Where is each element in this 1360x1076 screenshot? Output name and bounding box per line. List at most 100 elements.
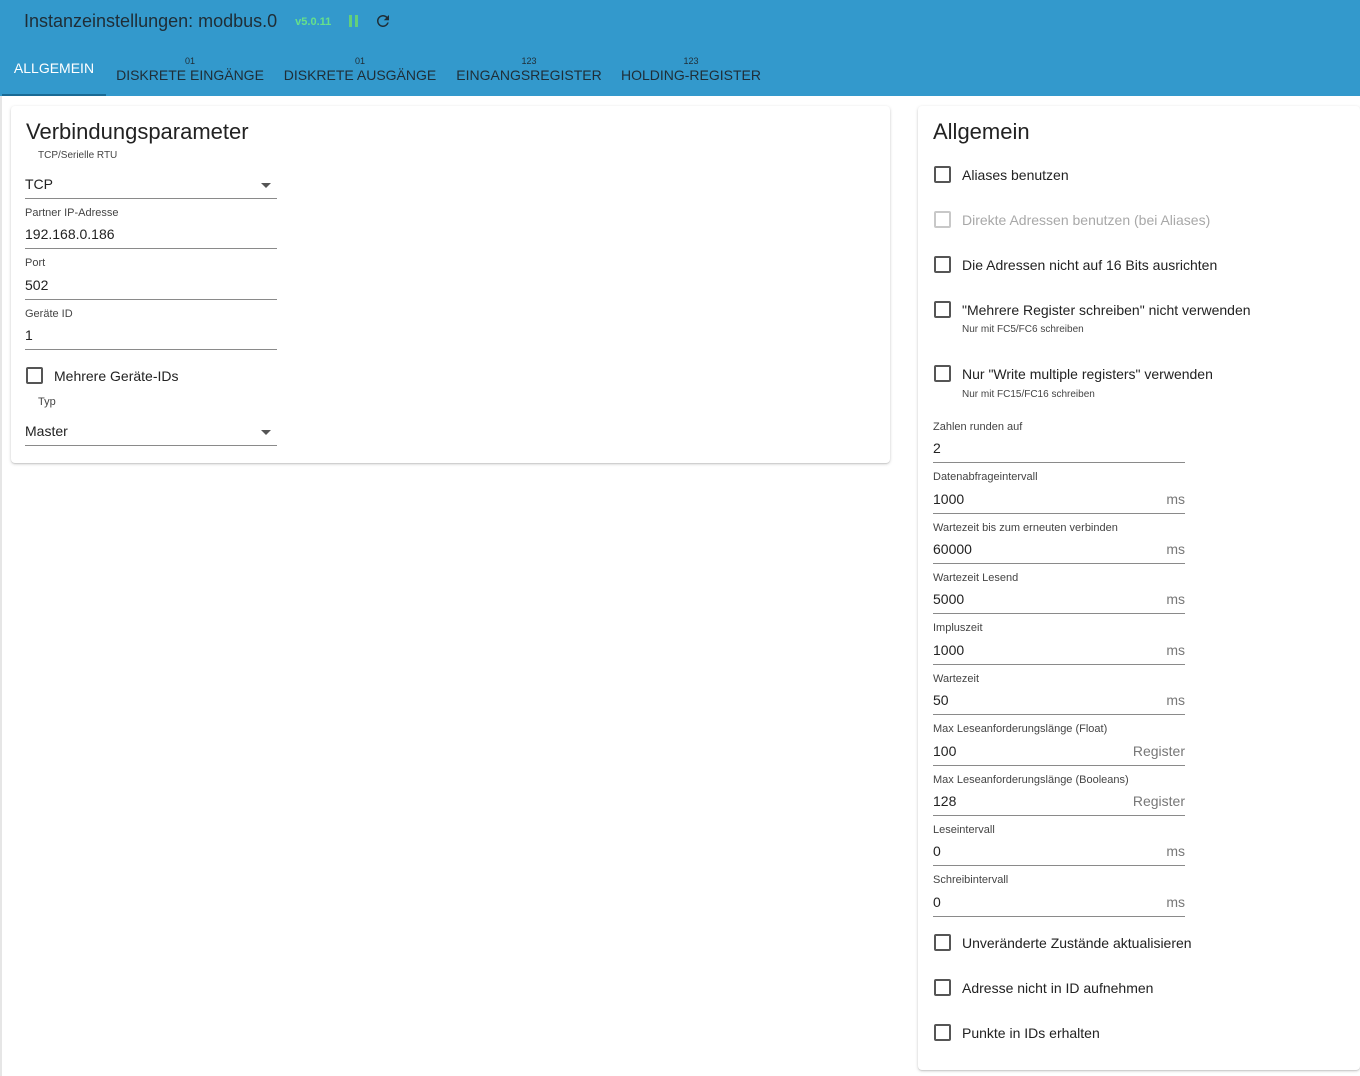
tab-label: DISKRETE AUSGÄNGE — [283, 67, 437, 83]
read-interval-input[interactable]: 0 ms — [933, 840, 1185, 866]
multi-ids-label: Mehrere Geräte-IDs — [54, 367, 179, 384]
keep-dots-label: Punkte in IDs erhalten — [962, 1024, 1100, 1041]
title-row: Instanzeinstellungen: modbus.0 v5.0.11 — [24, 8, 392, 34]
checkbox-icon[interactable] — [934, 166, 951, 183]
general-title: Allgemein — [933, 119, 1030, 144]
aliases-label: Aliases benutzen — [962, 166, 1069, 183]
wait-input[interactable]: 50 ms — [933, 689, 1185, 715]
pulse-input[interactable]: 1000 ms — [933, 639, 1185, 665]
reconnect-label: Wartezeit bis zum erneuten verbinden — [933, 522, 1118, 534]
update-unchanged-label: Unveränderte Zustände aktualisieren — [962, 934, 1192, 951]
unit-ms: ms — [1166, 591, 1185, 607]
update-unchanged-checkbox[interactable]: Unveränderte Zustände aktualisieren — [934, 934, 1192, 951]
unit-ms: ms — [1166, 491, 1185, 507]
reload-icon[interactable] — [374, 12, 392, 30]
checkbox-icon[interactable] — [934, 934, 951, 951]
port-input[interactable]: 502 — [25, 274, 277, 300]
tab-holding-register[interactable]: 123 HOLDING-REGISTER — [618, 44, 764, 96]
pulse-label: Impluszeit — [933, 622, 983, 634]
unit-register: Register — [1132, 793, 1185, 809]
page-title: Instanzeinstellungen: modbus.0 — [24, 10, 278, 31]
read-interval-value: 0 — [933, 843, 941, 859]
pause-icon[interactable] — [349, 15, 359, 28]
checkbox-icon[interactable] — [934, 256, 951, 273]
poll-label: Datenabfrageintervall — [933, 471, 1038, 483]
mode-value: TCP — [25, 176, 53, 192]
reconnect-value: 60000 — [933, 541, 972, 557]
device-id-input[interactable]: 1 — [25, 324, 277, 350]
tab-active-indicator — [2, 94, 106, 96]
mode-label: TCP/Serielle RTU — [38, 150, 118, 161]
tab-allgemein[interactable]: ALLGEMEIN — [2, 44, 106, 96]
tab-diskrete-eingaenge[interactable]: 01 DISKRETE EINGÄNGE — [112, 44, 268, 96]
app-header: Instanzeinstellungen: modbus.0 v5.0.11 A… — [0, 0, 1360, 96]
tab-sup: 01 — [184, 56, 195, 66]
checkbox-icon[interactable] — [934, 979, 951, 996]
type-select[interactable]: Master — [25, 420, 277, 446]
tab-label: ALLGEMEIN — [13, 60, 95, 76]
ip-input[interactable]: 192.168.0.186 — [25, 223, 277, 249]
checkbox-icon[interactable] — [934, 301, 951, 318]
no-address-label: Adresse nicht in ID aufnehmen — [962, 979, 1154, 996]
write-interval-input[interactable]: 0 ms — [933, 891, 1185, 917]
left-border — [0, 96, 2, 1076]
direct-addresses-label: Direkte Adressen benutzen (bei Aliases) — [962, 211, 1211, 228]
unit-ms: ms — [1166, 642, 1185, 658]
read-timeout-value: 5000 — [933, 591, 965, 607]
ip-label: Partner IP-Adresse — [25, 207, 119, 219]
tab-sup: 123 — [683, 56, 699, 66]
unit-ms: ms — [1166, 894, 1185, 910]
max-bool-value: 128 — [933, 793, 957, 809]
max-float-value: 100 — [933, 743, 957, 759]
aliases-checkbox[interactable]: Aliases benutzen — [934, 166, 1069, 183]
port-value: 502 — [25, 277, 49, 293]
multi-write-label: "Mehrere Register schreiben" nicht verwe… — [962, 301, 1251, 318]
read-interval-label: Leseintervall — [933, 824, 995, 836]
reconnect-input[interactable]: 60000 ms — [933, 538, 1185, 564]
chevron-down-icon — [261, 183, 271, 188]
only-multi-hint: Nur mit FC15/FC16 schreiben — [962, 389, 1095, 400]
round-label: Zahlen runden auf — [933, 421, 1023, 433]
checkbox-icon[interactable] — [934, 365, 951, 382]
mode-select[interactable]: TCP — [25, 173, 277, 199]
wait-label: Wartezeit — [933, 673, 980, 685]
tab-diskrete-ausgaenge[interactable]: 01 DISKRETE AUSGÄNGE — [280, 44, 440, 96]
chevron-down-icon — [261, 430, 271, 435]
read-timeout-input[interactable]: 5000 ms — [933, 588, 1185, 614]
ip-value: 192.168.0.186 — [25, 226, 115, 242]
pulse-value: 1000 — [933, 642, 965, 658]
poll-input[interactable]: 1000 ms — [933, 488, 1185, 514]
multi-ids-checkbox[interactable]: Mehrere Geräte-IDs — [26, 367, 178, 384]
tab-sup: 01 — [354, 56, 365, 66]
tab-label: HOLDING-REGISTER — [620, 67, 761, 83]
port-label: Port — [25, 257, 46, 269]
unit-ms: ms — [1166, 541, 1185, 557]
device-id-label: Geräte ID — [25, 308, 73, 320]
no-address-checkbox[interactable]: Adresse nicht in ID aufnehmen — [934, 979, 1153, 996]
multi-write-checkbox[interactable]: "Mehrere Register schreiben" nicht verwe… — [934, 301, 1251, 318]
round-input[interactable]: 2 — [933, 437, 1185, 463]
checkbox-icon — [934, 211, 951, 228]
write-interval-value: 0 — [933, 894, 941, 910]
wait-value: 50 — [933, 692, 949, 708]
only-multi-checkbox[interactable]: Nur "Write multiple registers" verwenden — [934, 365, 1213, 382]
read-timeout-label: Wartezeit Lesend — [933, 572, 1019, 584]
align-checkbox[interactable]: Die Adressen nicht auf 16 Bits ausrichte… — [934, 256, 1217, 273]
tab-eingangsregister[interactable]: 123 EINGANGSREGISTER — [452, 44, 606, 96]
connection-title: Verbindungsparameter — [26, 119, 249, 144]
max-float-label: Max Leseanforderungslänge (Float) — [933, 723, 1108, 735]
round-value: 2 — [933, 440, 941, 456]
type-label: Typ — [38, 396, 56, 408]
checkbox-icon[interactable] — [26, 367, 43, 384]
max-bool-input[interactable]: 128 Register — [933, 790, 1185, 816]
device-id-value: 1 — [25, 327, 33, 343]
unit-register: Register — [1132, 743, 1185, 759]
keep-dots-checkbox[interactable]: Punkte in IDs erhalten — [934, 1024, 1100, 1041]
type-value: Master — [25, 423, 68, 439]
align-label: Die Adressen nicht auf 16 Bits ausrichte… — [962, 256, 1218, 273]
version-badge: v5.0.11 — [295, 16, 332, 28]
max-float-input[interactable]: 100 Register — [933, 740, 1185, 766]
write-interval-label: Schreibintervall — [933, 874, 1009, 886]
multi-write-hint: Nur mit FC5/FC6 schreiben — [962, 324, 1084, 335]
checkbox-icon[interactable] — [934, 1024, 951, 1041]
